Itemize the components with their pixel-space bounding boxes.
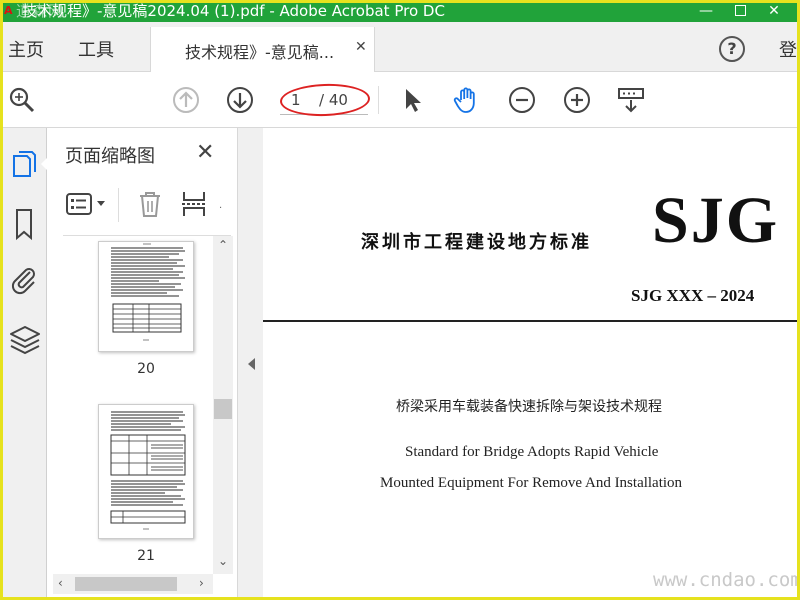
thumbnail-page-number: 21 (137, 548, 155, 564)
scroll-right-arrow-icon[interactable]: › (199, 576, 204, 590)
minimize-button[interactable]: — (692, 0, 720, 22)
document-title-chinese: 桥梁采用车载装备快速拆除与架设技术规程 (396, 399, 662, 415)
help-button[interactable]: ? (719, 36, 745, 62)
select-arrow-icon[interactable] (398, 86, 426, 114)
panel-collapse-strip[interactable] (237, 128, 263, 597)
page-thumbnail-preview (111, 243, 185, 341)
tab-tools[interactable]: 工具 (78, 36, 114, 62)
document-title-english-line2: Mounted Equipment For Remove And Install… (380, 475, 683, 491)
header-rule (263, 320, 797, 322)
panel-title: 页面缩略图 (65, 146, 155, 167)
panel-toolbar: . (63, 186, 228, 226)
toolbar-divider (378, 86, 379, 114)
delete-page-icon[interactable] (137, 190, 163, 218)
bookmark-icon[interactable] (3, 204, 47, 244)
window-title: 技术规程》-意见稿2024.04 (1).pdf - Adobe Acrobat… (22, 2, 445, 20)
standard-category-label: 深圳市工程建设地方标准 (361, 232, 592, 253)
layers-icon[interactable] (3, 320, 47, 360)
title-bar: A 道森网 技术规程》-意见稿2024.04 (1).pdf - Adobe A… (0, 0, 800, 22)
site-watermark: www.cndao.com (653, 569, 800, 591)
thumbnails-vertical-scrollbar[interactable]: ⌃ ⌄ (213, 236, 233, 574)
panel-toolbar-divider (118, 188, 119, 222)
acrobat-app-icon[interactable]: A (4, 3, 14, 19)
tab-document[interactable]: 技术规程》-意见稿... ✕ (150, 27, 375, 73)
scroll-mode-icon[interactable] (617, 86, 645, 114)
more-options-icon[interactable]: . (219, 200, 222, 211)
scroll-down-arrow-icon[interactable]: ⌄ (218, 554, 228, 568)
scroll-left-arrow-icon[interactable]: ‹ (58, 576, 63, 590)
close-panel-button[interactable]: ✕ (196, 140, 214, 165)
page-thumbnail[interactable] (98, 241, 194, 352)
page-thumbnails-panel: 页面缩略图 ✕ . 20 21 ⌃ ⌄ ‹ › (47, 128, 237, 597)
maximize-icon (734, 5, 746, 16)
chevron-down-icon[interactable] (96, 200, 106, 208)
collapse-panel-arrow-icon[interactable] (248, 358, 255, 370)
standard-logo: SJG (652, 184, 780, 257)
zoom-out-icon[interactable] (508, 86, 536, 114)
zoom-in-icon[interactable] (563, 86, 591, 114)
maximize-button[interactable] (726, 0, 754, 22)
document-tab-label: 技术规程》-意见稿... (185, 43, 335, 62)
document-page: 深圳市工程建设地方标准 SJG SJG XXX – 2024 桥梁采用车载装备快… (263, 128, 800, 597)
main-toolbar: 1 / 40 (0, 72, 800, 128)
hand-tool-icon[interactable] (452, 86, 480, 114)
page-thumbnail[interactable] (98, 404, 194, 539)
page-up-icon[interactable] (172, 86, 200, 114)
horizontal-scroll-thumb[interactable] (75, 577, 177, 591)
login-button[interactable]: 登 (779, 36, 797, 62)
navigation-rail (3, 128, 49, 597)
close-tab-button[interactable]: ✕ (355, 39, 367, 55)
attachment-icon[interactable] (3, 260, 47, 300)
zoom-search-icon[interactable] (8, 86, 36, 114)
tab-row: 主页 工具 技术规程》-意见稿... ✕ ? 登 (0, 22, 800, 73)
tab-home[interactable]: 主页 (8, 36, 44, 62)
page-down-icon[interactable] (226, 86, 254, 114)
panel-divider (63, 235, 231, 236)
thumbnails-horizontal-scrollbar[interactable]: ‹ › (53, 574, 213, 594)
standard-code: SJG XXX – 2024 (631, 286, 755, 305)
document-title-english-line1: Standard for Bridge Adopts Rapid Vehicle (405, 444, 659, 460)
close-window-button[interactable]: ✕ (760, 0, 788, 22)
insert-page-icon[interactable] (181, 190, 207, 218)
vertical-scroll-thumb[interactable] (214, 399, 232, 419)
thumbnail-page-number: 20 (137, 361, 155, 377)
page-thumbnail-preview (110, 411, 186, 530)
options-menu-icon[interactable] (65, 192, 95, 216)
scroll-up-arrow-icon[interactable]: ⌃ (218, 238, 228, 252)
